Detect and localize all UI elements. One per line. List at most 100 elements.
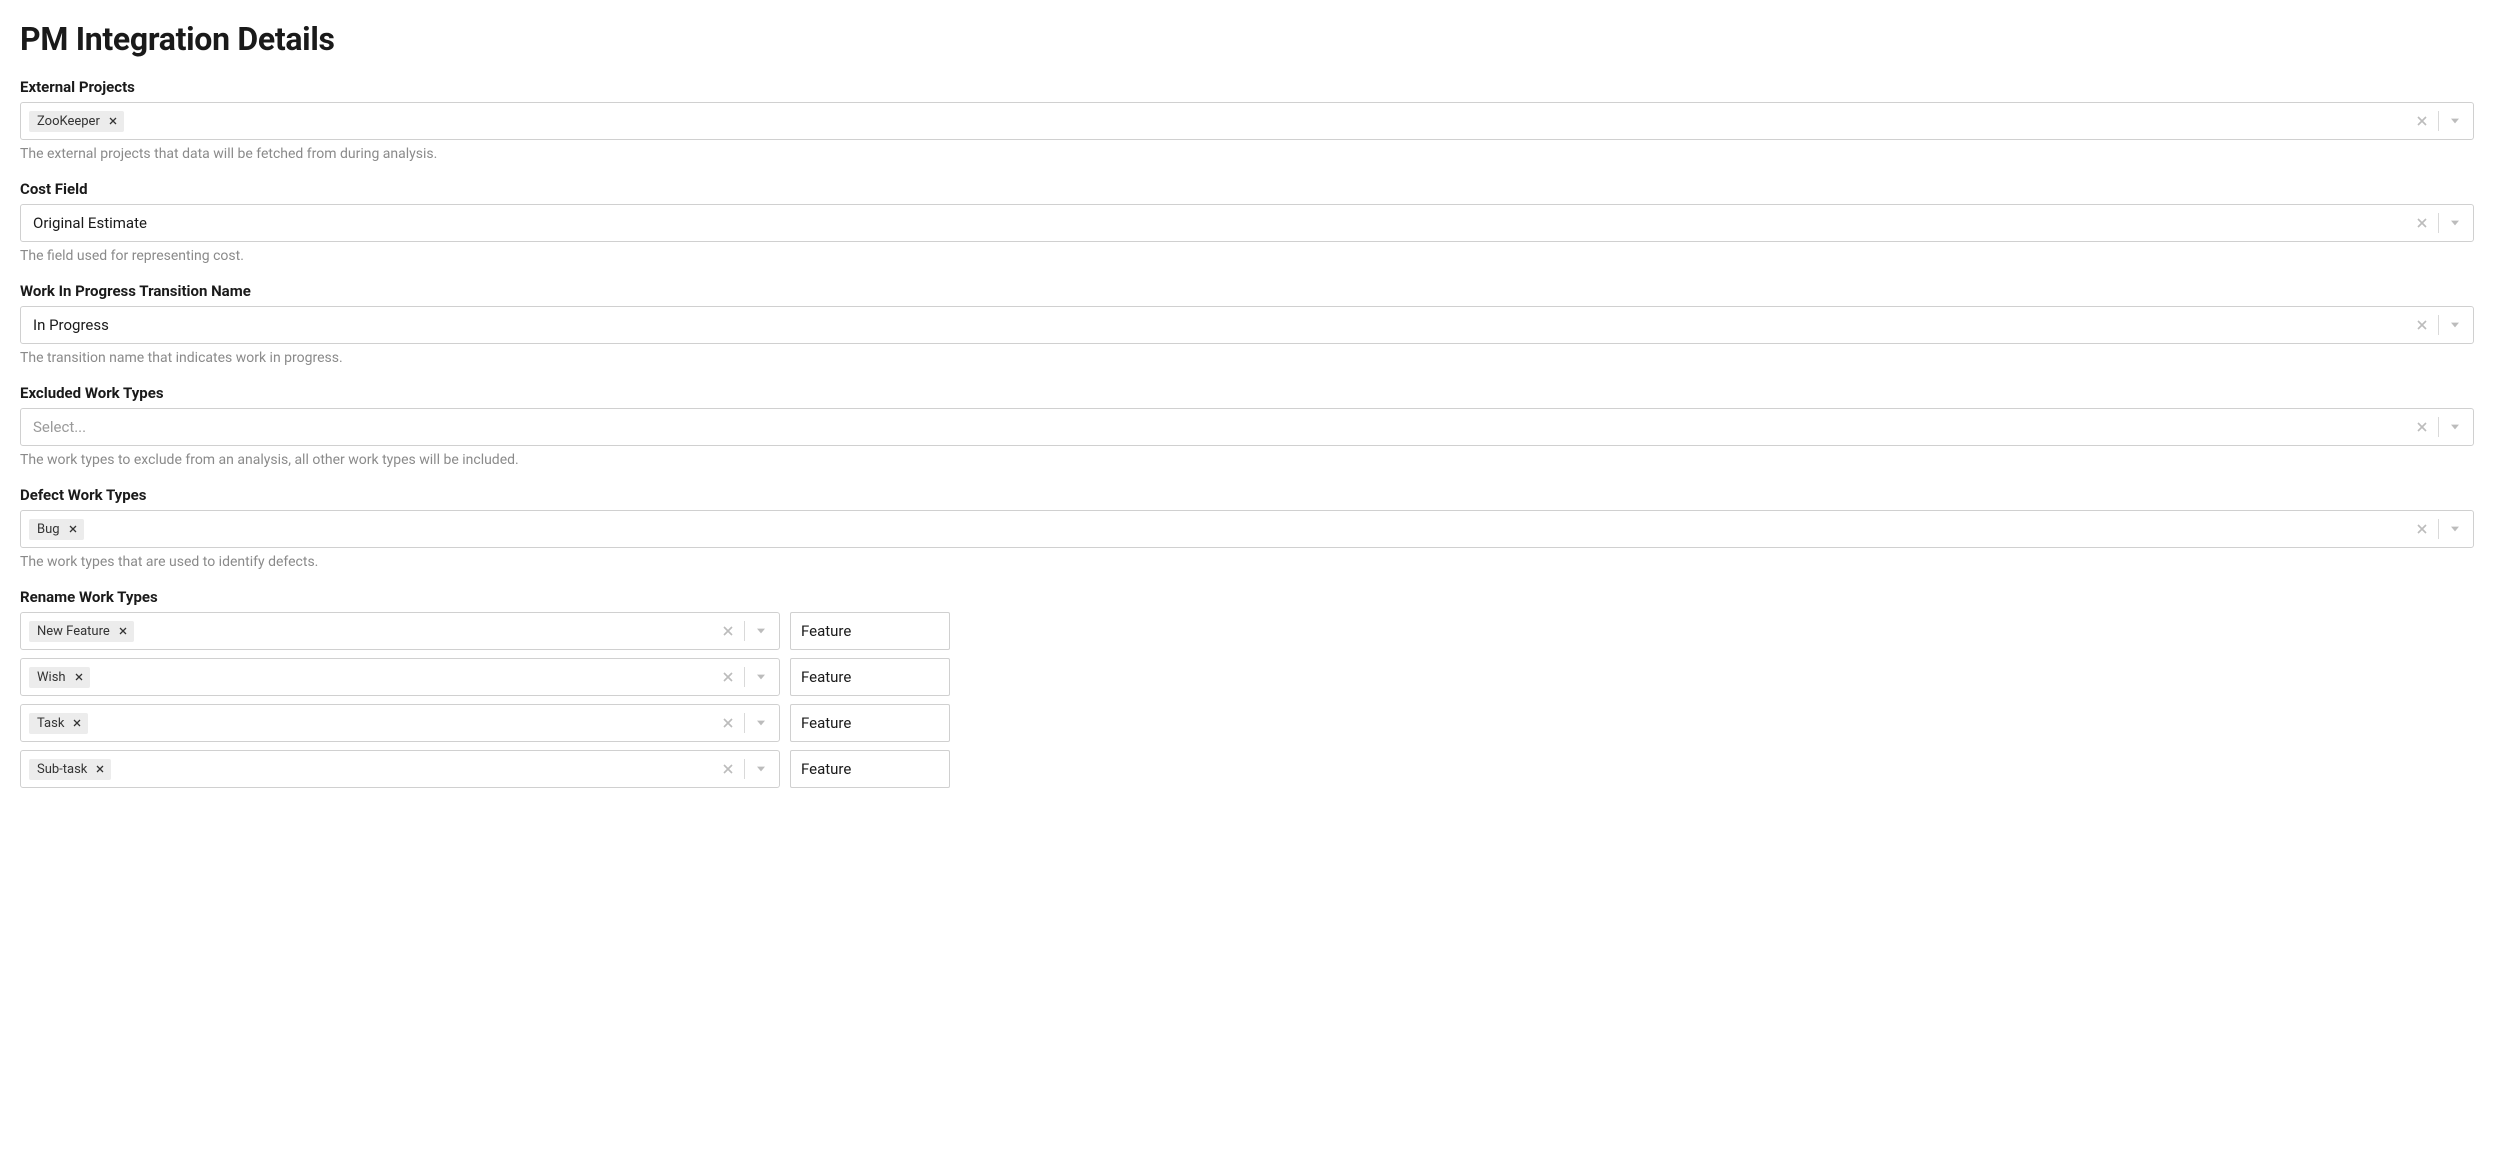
rename-row: Wish — [20, 658, 2474, 696]
select-divider — [744, 621, 745, 641]
select-actions — [2412, 519, 2473, 539]
select-content[interactable]: New Feature — [21, 617, 718, 646]
chip-bug: Bug — [29, 519, 84, 540]
cost-field-help: The field used for representing cost. — [20, 248, 2474, 264]
select-content[interactable]: Wish — [21, 663, 718, 692]
rename-source-select[interactable]: Task — [20, 704, 780, 742]
chip-label: Wish — [37, 670, 66, 685]
chip-remove-icon[interactable] — [72, 670, 86, 684]
page-title: PM Integration Details — [20, 20, 2474, 58]
cost-field-select[interactable]: Original Estimate — [20, 204, 2474, 242]
wip-transition-label: Work In Progress Transition Name — [20, 282, 2474, 300]
chevron-down-icon[interactable] — [751, 713, 771, 733]
cost-field-group: Cost Field Original Estimate The field u… — [20, 180, 2474, 264]
external-projects-group: External Projects ZooKeeper The external… — [20, 78, 2474, 162]
chip-remove-icon[interactable] — [93, 762, 107, 776]
external-projects-select[interactable]: ZooKeeper — [20, 102, 2474, 140]
chevron-down-icon[interactable] — [2445, 315, 2465, 335]
chip-label: ZooKeeper — [37, 114, 100, 129]
rename-target-input[interactable] — [790, 658, 950, 696]
select-divider — [2438, 417, 2439, 437]
select-content[interactable]: ZooKeeper — [21, 107, 2412, 136]
rename-source-select[interactable]: Sub-task — [20, 750, 780, 788]
chevron-down-icon[interactable] — [751, 621, 771, 641]
clear-icon[interactable] — [718, 621, 738, 641]
clear-icon[interactable] — [2412, 519, 2432, 539]
clear-icon[interactable] — [718, 759, 738, 779]
rename-work-types-label: Rename Work Types — [20, 588, 2474, 606]
select-actions — [2412, 213, 2473, 233]
select-actions — [718, 667, 779, 687]
select-divider — [744, 667, 745, 687]
chip-zookeeper: ZooKeeper — [29, 111, 124, 132]
external-projects-help: The external projects that data will be … — [20, 146, 2474, 162]
wip-transition-select[interactable]: In Progress — [20, 306, 2474, 344]
select-content[interactable]: Select... — [21, 410, 2412, 444]
select-actions — [718, 713, 779, 733]
select-content[interactable]: Sub-task — [21, 755, 718, 784]
select-divider — [744, 713, 745, 733]
chip-remove-icon[interactable] — [116, 624, 130, 638]
clear-icon[interactable] — [2412, 111, 2432, 131]
select-content[interactable]: Bug — [21, 515, 2412, 544]
select-actions — [2412, 315, 2473, 335]
select-actions — [718, 621, 779, 641]
chip-wish: Wish — [29, 667, 90, 688]
select-divider — [2438, 111, 2439, 131]
rename-target-input[interactable] — [790, 750, 950, 788]
rename-work-types-group: Rename Work Types New Feature — [20, 588, 2474, 788]
excluded-work-types-select[interactable]: Select... — [20, 408, 2474, 446]
chevron-down-icon[interactable] — [751, 759, 771, 779]
select-content[interactable]: Task — [21, 709, 718, 738]
clear-icon[interactable] — [2412, 213, 2432, 233]
clear-icon[interactable] — [718, 667, 738, 687]
defect-work-types-help: The work types that are used to identify… — [20, 554, 2474, 570]
clear-icon[interactable] — [718, 713, 738, 733]
excluded-work-types-group: Excluded Work Types Select... The work t… — [20, 384, 2474, 468]
rename-row: Task — [20, 704, 2474, 742]
clear-icon[interactable] — [2412, 417, 2432, 437]
select-actions — [2412, 111, 2473, 131]
select-placeholder: Select... — [29, 414, 90, 440]
select-content[interactable]: Original Estimate — [21, 206, 2412, 240]
chevron-down-icon[interactable] — [2445, 417, 2465, 437]
defect-work-types-group: Defect Work Types Bug The work types tha… — [20, 486, 2474, 570]
select-value: In Progress — [29, 312, 113, 338]
select-value: Original Estimate — [29, 210, 151, 236]
select-divider — [744, 759, 745, 779]
select-divider — [2438, 213, 2439, 233]
wip-transition-group: Work In Progress Transition Name In Prog… — [20, 282, 2474, 366]
excluded-work-types-label: Excluded Work Types — [20, 384, 2474, 402]
rename-target-input[interactable] — [790, 612, 950, 650]
select-actions — [718, 759, 779, 779]
defect-work-types-select[interactable]: Bug — [20, 510, 2474, 548]
select-divider — [2438, 315, 2439, 335]
clear-icon[interactable] — [2412, 315, 2432, 335]
chip-remove-icon[interactable] — [106, 114, 120, 128]
chip-remove-icon[interactable] — [66, 522, 80, 536]
chevron-down-icon[interactable] — [2445, 213, 2465, 233]
chip-task: Task — [29, 713, 88, 734]
select-content[interactable]: In Progress — [21, 308, 2412, 342]
chevron-down-icon[interactable] — [751, 667, 771, 687]
rename-row: New Feature — [20, 612, 2474, 650]
chip-label: Sub-task — [37, 762, 87, 777]
chevron-down-icon[interactable] — [2445, 111, 2465, 131]
chip-sub-task: Sub-task — [29, 759, 111, 780]
chip-remove-icon[interactable] — [70, 716, 84, 730]
chip-label: New Feature — [37, 624, 110, 639]
chip-label: Bug — [37, 522, 60, 537]
chip-new-feature: New Feature — [29, 621, 134, 642]
rename-target-input[interactable] — [790, 704, 950, 742]
rename-source-select[interactable]: New Feature — [20, 612, 780, 650]
wip-transition-help: The transition name that indicates work … — [20, 350, 2474, 366]
defect-work-types-label: Defect Work Types — [20, 486, 2474, 504]
select-divider — [2438, 519, 2439, 539]
select-actions — [2412, 417, 2473, 437]
rename-source-select[interactable]: Wish — [20, 658, 780, 696]
rename-row: Sub-task — [20, 750, 2474, 788]
cost-field-label: Cost Field — [20, 180, 2474, 198]
excluded-work-types-help: The work types to exclude from an analys… — [20, 452, 2474, 468]
chip-label: Task — [37, 716, 64, 731]
chevron-down-icon[interactable] — [2445, 519, 2465, 539]
